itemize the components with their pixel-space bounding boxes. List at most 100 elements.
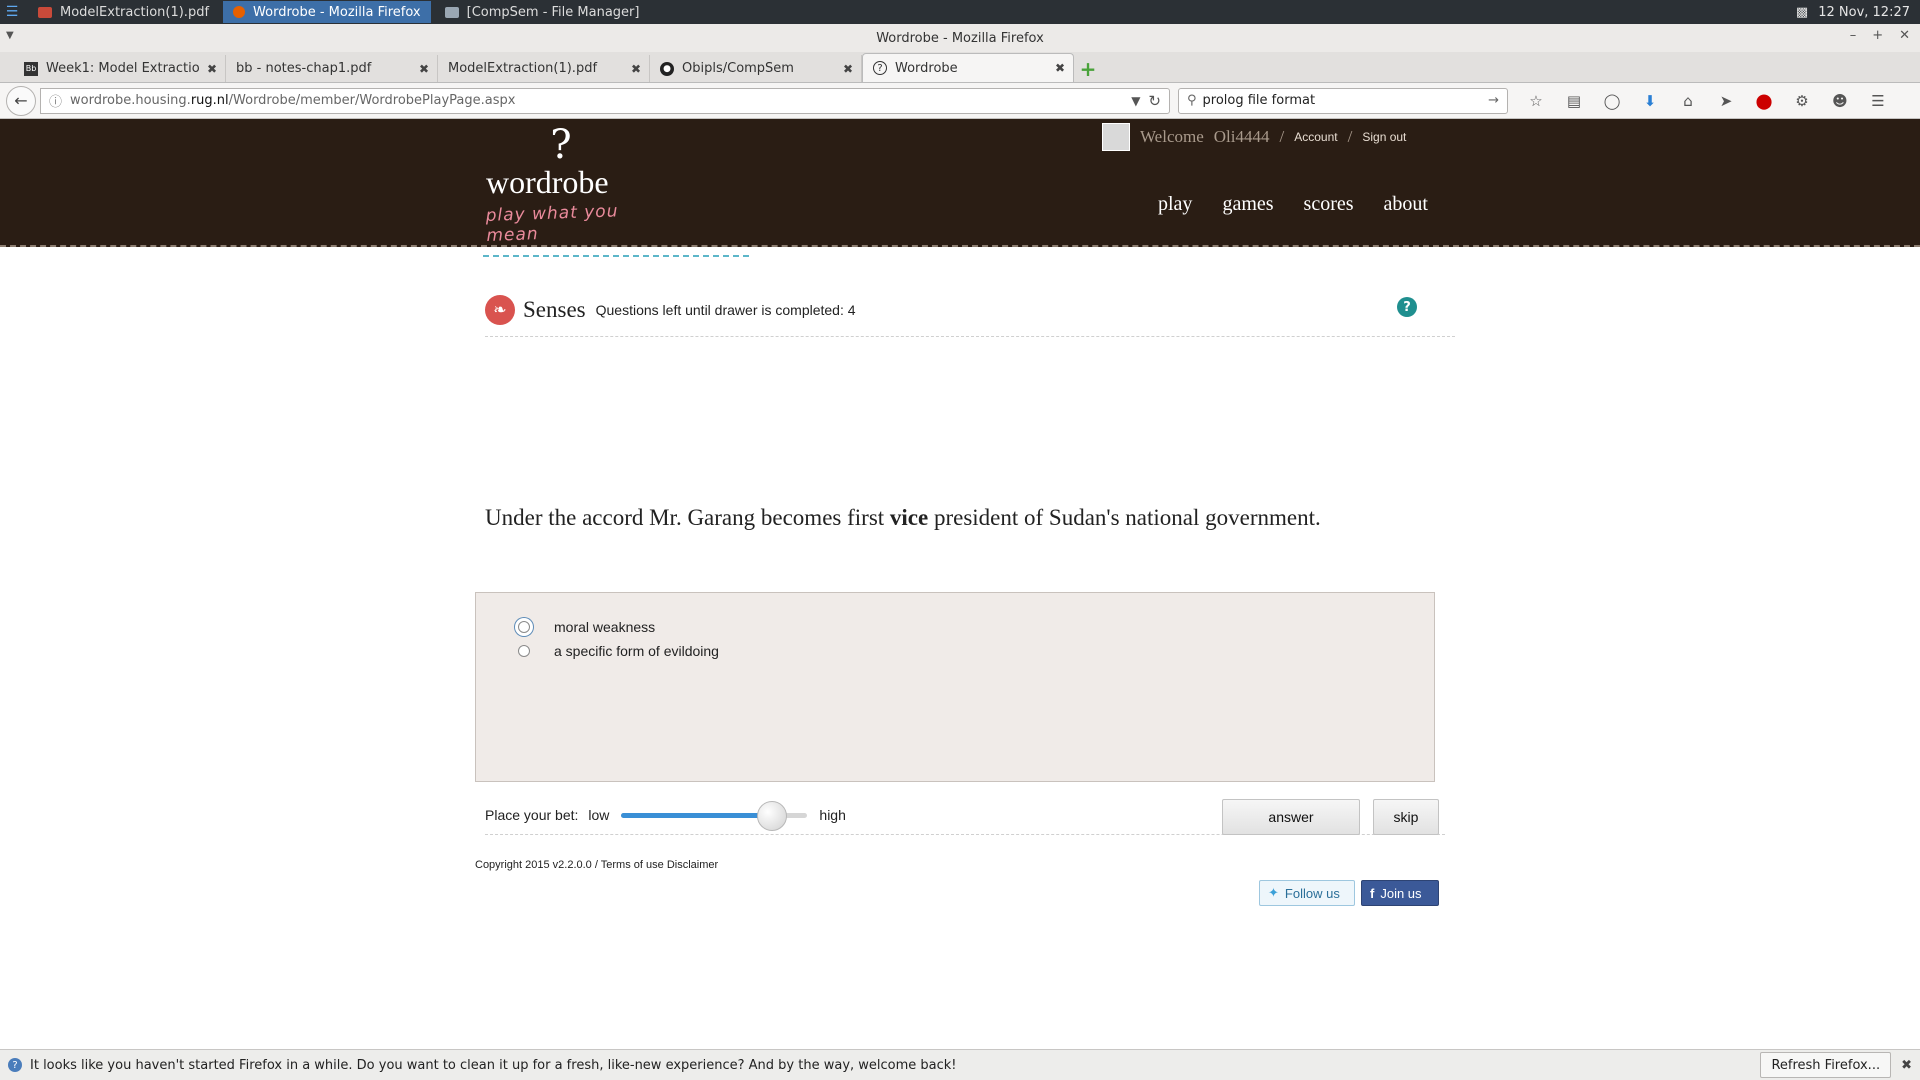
sense-options: moral weakness a specific form of evildo…	[475, 592, 1435, 782]
window-controls: – + ✕	[1850, 28, 1910, 43]
join-us-button[interactable]: f Join us	[1361, 880, 1439, 906]
nav-games[interactable]: games	[1222, 193, 1273, 216]
refresh-firefox-button[interactable]: Refresh Firefox...	[1760, 1052, 1892, 1078]
twitter-icon: ✦	[1268, 885, 1279, 900]
bet-slider[interactable]	[621, 800, 808, 831]
url-dropdown-icon[interactable]: ▼	[1131, 94, 1140, 108]
new-tab-icon[interactable]: +	[1074, 55, 1102, 82]
tab-wordrobe[interactable]: ? Wordrobe ✖	[862, 53, 1074, 82]
taskbar-task-firefox[interactable]: Wordrobe - Mozilla Firefox	[223, 1, 431, 23]
nav-play[interactable]: play	[1158, 193, 1192, 216]
chat-icon[interactable]: ☻	[1828, 89, 1852, 113]
downloads-icon[interactable]: ⬇	[1638, 89, 1662, 113]
question-sentence: Under the accord Mr. Garang becomes firs…	[485, 505, 1321, 530]
tab-label: bb - notes-chap1.pdf	[236, 61, 372, 76]
tab-label: Obipls/CompSem	[682, 61, 794, 76]
copyright: Copyright 2015 v2.2.0.0 /	[475, 859, 598, 871]
system-tray: ▩ 12 Nov, 12:27	[1796, 5, 1920, 20]
extension-icon[interactable]: ⚙	[1790, 89, 1814, 113]
nav-scores[interactable]: scores	[1304, 193, 1354, 216]
disclaimer-link[interactable]: Disclaimer	[667, 859, 718, 871]
url-bar[interactable]: ⓘ wordrobe.housing.rug.nl/Wordrobe/membe…	[40, 87, 1170, 114]
option-label: moral weakness	[554, 619, 656, 635]
site-info-icon[interactable]: ⓘ	[49, 91, 62, 110]
clock[interactable]: 12 Nov, 12:27	[1818, 5, 1910, 20]
network-icon[interactable]: ▩	[1796, 5, 1808, 20]
pocket-icon[interactable]: ◯	[1600, 89, 1624, 113]
menu-icon[interactable]: ☰	[1866, 89, 1890, 113]
window-menu-icon[interactable]: ▼	[6, 30, 14, 41]
tab-close-icon[interactable]: ✖	[419, 62, 429, 76]
tab-week1[interactable]: Bb Week1: Model Extractio... ✖	[14, 55, 226, 82]
start-menu-icon[interactable]: ☰	[0, 0, 24, 24]
separator: /	[1279, 127, 1285, 146]
option-specific-evildoing[interactable]: a specific form of evildoing	[518, 639, 1434, 663]
option-label: a specific form of evildoing	[554, 643, 719, 659]
slider-handle[interactable]	[757, 800, 788, 831]
tab-close-icon[interactable]: ✖	[207, 62, 217, 76]
welcome-text: Welcome	[1140, 127, 1204, 146]
option-radio[interactable]	[518, 645, 530, 657]
logo-name: wordrobe	[486, 164, 609, 200]
site-logo[interactable]: ? wordrobe play what you mean	[485, 125, 656, 246]
minimize-icon[interactable]: –	[1850, 28, 1857, 43]
tab-strip: Bb Week1: Model Extractio... ✖ bb - note…	[0, 52, 1920, 83]
tab-close-icon[interactable]: ✖	[631, 62, 641, 76]
site-header: ? wordrobe play what you mean Welcome Ol…	[0, 119, 1920, 247]
taskbar-task-file-manager[interactable]: [CompSem - File Manager]	[435, 1, 650, 23]
option-moral-weakness[interactable]: moral weakness	[518, 615, 1434, 639]
adblock-icon[interactable]: ⬤	[1752, 89, 1776, 113]
join-label: Join us	[1380, 885, 1422, 901]
bet-low-label: low	[588, 806, 610, 823]
facebook-icon: f	[1370, 885, 1375, 901]
bet-label: Place your bet:	[485, 806, 579, 823]
footer: Copyright 2015 v2.2.0.0 / Terms of use D…	[475, 859, 718, 871]
separator: /	[1347, 127, 1353, 146]
home-icon[interactable]: ⌂	[1676, 89, 1700, 113]
bookmark-star-icon[interactable]: ☆	[1524, 89, 1548, 113]
reload-icon[interactable]: ↻	[1148, 92, 1161, 110]
skip-button[interactable]: skip	[1373, 799, 1439, 835]
signout-link[interactable]: Sign out	[1362, 130, 1406, 144]
search-go-icon[interactable]: →	[1488, 93, 1499, 108]
search-value: prolog file format	[1202, 93, 1316, 108]
close-icon[interactable]: ✕	[1899, 28, 1910, 43]
tab-close-icon[interactable]: ✖	[843, 62, 853, 76]
reading-list-icon[interactable]: ▤	[1562, 89, 1586, 113]
maximize-icon[interactable]: +	[1872, 28, 1883, 43]
logo-tagline: play what you mean	[485, 201, 619, 246]
user-bar: Welcome Oli4444 / Account / Sign out	[1088, 119, 1420, 155]
back-icon[interactable]: ←	[6, 85, 36, 116]
os-taskbar: ☰ ModelExtraction(1).pdf Wordrobe - Mozi…	[0, 0, 1920, 24]
taskbar-task-pdf[interactable]: ModelExtraction(1).pdf	[28, 1, 219, 23]
drawer-header: ❧ Senses Questions left until drawer is …	[485, 283, 1455, 337]
nav-about[interactable]: about	[1384, 193, 1428, 216]
bet-row: Place your bet: low high answer skip	[485, 799, 1445, 835]
slider-fill	[621, 812, 773, 818]
blackboard-icon: Bb	[24, 61, 38, 76]
help-icon[interactable]: ?	[1397, 297, 1417, 317]
tab-model-extraction[interactable]: ModelExtraction(1).pdf ✖	[438, 55, 650, 82]
tab-notes-chap1[interactable]: bb - notes-chap1.pdf ✖	[226, 55, 438, 82]
close-icon[interactable]: ✖	[1901, 1058, 1912, 1073]
firefox-icon	[233, 6, 246, 18]
option-radio[interactable]	[518, 621, 530, 633]
send-icon[interactable]: ➤	[1714, 89, 1738, 113]
bet-high-label: high	[819, 806, 846, 823]
tab-close-icon[interactable]: ✖	[1055, 61, 1065, 75]
search-input[interactable]: ⚲ prolog file format →	[1178, 87, 1508, 114]
notification-message: It looks like you haven't started Firefo…	[30, 1057, 957, 1073]
target-word: vice	[889, 505, 929, 530]
follow-us-button[interactable]: ✦ Follow us	[1259, 880, 1355, 906]
account-link[interactable]: Account	[1294, 130, 1337, 144]
toolbar-icons: ☆ ▤ ◯ ⬇ ⌂ ➤ ⬤ ⚙ ☻ ☰	[1524, 89, 1890, 113]
divider	[483, 255, 749, 257]
terms-link[interactable]: Terms of use	[601, 859, 664, 871]
username: Oli4444	[1213, 127, 1270, 146]
tab-github-compsem[interactable]: ● Obipls/CompSem ✖	[650, 55, 862, 82]
navigation-toolbar: ← ⓘ wordrobe.housing.rug.nl/Wordrobe/mem…	[0, 83, 1920, 119]
social-buttons: ✦ Follow us f Join us	[1259, 880, 1439, 906]
avatar	[1102, 123, 1130, 151]
answer-button[interactable]: answer	[1222, 799, 1360, 835]
senses-drawer-icon: ❧	[485, 294, 515, 325]
